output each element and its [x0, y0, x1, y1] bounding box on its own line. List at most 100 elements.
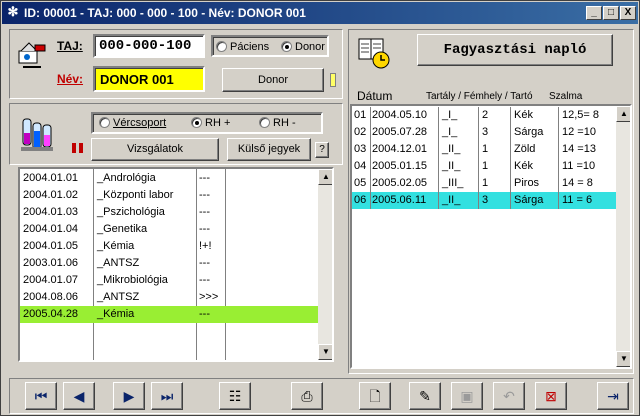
list-check-icon[interactable]: ☷	[219, 382, 251, 410]
donor-button[interactable]: Donor	[222, 68, 324, 92]
last-record-icon[interactable]: ⏭	[151, 382, 183, 410]
printer-icon[interactable]: ⎙	[291, 382, 323, 410]
freeze-col-divider	[478, 107, 479, 124]
exam-row[interactable]: 2004.01.01 _Andrológia ---	[20, 170, 318, 187]
freeze-straw: 14 =13	[562, 143, 596, 155]
freeze-num: 05	[354, 177, 367, 189]
exam-flag: ---	[199, 274, 210, 286]
save-icon[interactable]: ▣	[451, 382, 483, 410]
exam-row[interactable]: 2004.01.05 _Kémia !+!	[20, 238, 318, 255]
freeze-straw: 12,5= 8	[562, 109, 600, 121]
scroll-down-icon[interactable]: ▼	[616, 351, 630, 367]
exam-scrollbar[interactable]: ▲ ▼	[318, 169, 332, 360]
fagyasztasi-naplo-button[interactable]: Fagyasztási napló	[417, 34, 613, 66]
freeze-color: Piros	[514, 177, 540, 189]
freeze-color: Sárga	[514, 194, 544, 206]
vizsgalatok-button[interactable]: Vizsgálatok	[91, 138, 219, 161]
freeze-col-divider	[478, 124, 479, 141]
close-button[interactable]: X	[620, 6, 636, 20]
freeze-col-divider	[370, 175, 371, 192]
freeze-color: Zöld	[514, 143, 536, 155]
title-bar[interactable]: ✻ ID: 00001 - TAJ: 000 - 000 - 100 - Név…	[2, 2, 638, 24]
exam-row[interactable]: 2004.01.02 _Központi labor ---	[20, 187, 318, 204]
freeze-num: 03	[354, 143, 367, 155]
freeze-tank: _II_	[442, 160, 461, 172]
freeze-col-divider	[370, 158, 371, 175]
taj-value: 000-000-100	[99, 38, 192, 54]
help-icon[interactable]: ?	[315, 142, 329, 158]
taj-field[interactable]: 000-000-100	[93, 34, 205, 58]
freeze-list[interactable]: 01 2004.05.10 _I_ 2 Kék 12,5= 8 02 2005.07.28 _I…	[350, 104, 632, 369]
freeze-num: 04	[354, 160, 367, 172]
scroll-up-icon[interactable]: ▲	[616, 106, 630, 122]
freeze-col-divider	[510, 141, 511, 158]
maximize-button[interactable]: □	[603, 6, 619, 20]
prev-record-icon[interactable]: ◀	[63, 382, 95, 410]
patient-transfer-icon	[15, 37, 49, 71]
freeze-date: 2005.01.15	[372, 160, 428, 172]
exam-name: _Andrológia	[97, 172, 156, 184]
exam-name: _Kémia	[97, 240, 135, 252]
radio-rh-minus[interactable]	[259, 117, 270, 128]
kulso-jegyek-button[interactable]: Külső jegyek	[227, 138, 311, 161]
radio-rh-plus[interactable]	[191, 117, 202, 128]
col-tartaly: Tartály / Fémhely / Tartó	[426, 91, 533, 102]
freeze-slot: 3	[482, 126, 489, 138]
exam-date: 2005.04.28	[23, 308, 79, 320]
freeze-col-divider	[558, 175, 559, 192]
edit-icon[interactable]: ✎	[409, 382, 441, 410]
freeze-col-divider	[510, 124, 511, 141]
freeze-date: 2005.07.28	[372, 126, 428, 138]
new-document-icon[interactable]: 🗋	[359, 382, 391, 410]
freeze-slot: 2	[482, 109, 489, 121]
minimize-button[interactable]: _	[586, 6, 602, 20]
freeze-row[interactable]: 03 2004.12.01 _II_ 1 Zöld 14 =13	[352, 141, 616, 158]
delete-record-icon[interactable]: ⊠	[535, 382, 567, 410]
freeze-slot: 3	[482, 194, 489, 206]
freeze-scrollbar[interactable]: ▲ ▼	[616, 106, 630, 367]
freeze-row[interactable]: 02 2005.07.28 _I_ 3 Sárga 12 =10	[352, 124, 616, 141]
freeze-slot: 1	[482, 177, 489, 189]
book-clock-icon	[357, 35, 391, 69]
exam-list[interactable]: 2004.01.01 _Andrológia --- 2004.01.02 _Közpo…	[18, 167, 334, 362]
first-record-icon[interactable]: ⏮	[25, 382, 57, 410]
name-field[interactable]: DONOR 001	[93, 66, 205, 92]
exam-flag: !+!	[199, 240, 212, 252]
scroll-up-icon[interactable]: ▲	[318, 169, 332, 185]
freeze-row[interactable]: 01 2004.05.10 _I_ 2 Kék 12,5= 8	[352, 107, 616, 124]
exam-row[interactable]: 2004.01.04 _Genetika ---	[20, 221, 318, 238]
next-record-icon[interactable]: ▶	[113, 382, 145, 410]
status-marker-left	[72, 143, 76, 153]
exam-date: 2004.01.01	[23, 172, 79, 184]
freeze-row[interactable]: 05 2005.02.05 _III_ 1 Piros 14 = 8	[352, 175, 616, 192]
freeze-row[interactable]: 06 2005.06.11 _II_ 3 Sárga 11 = 6	[352, 192, 616, 209]
exam-row[interactable]: 2005.04.28 _Kémia ---	[20, 306, 318, 323]
freeze-slot: 1	[482, 143, 489, 155]
exam-row[interactable]: 2004.01.07 _Mikrobiológia ---	[20, 272, 318, 289]
exam-row[interactable]: 2004.08.06 _ANTSZ >>>	[20, 289, 318, 306]
freeze-num: 01	[354, 109, 367, 121]
freeze-col-divider	[438, 107, 439, 124]
freeze-slot: 1	[482, 160, 489, 172]
freeze-tank: _II_	[442, 143, 461, 155]
scroll-down-icon[interactable]: ▼	[318, 344, 332, 360]
freeze-col-divider	[510, 192, 511, 209]
freeze-col-divider	[438, 124, 439, 141]
freeze-col-divider	[438, 192, 439, 209]
radio-paciens[interactable]	[216, 41, 227, 52]
exam-date: 2004.01.03	[23, 206, 79, 218]
undo-icon[interactable]: ↶	[493, 382, 525, 410]
radio-vercsoport[interactable]	[99, 117, 110, 128]
exam-row[interactable]: 2004.01.03 _Pszichológia ---	[20, 204, 318, 221]
freeze-col-divider	[370, 192, 371, 209]
radio-donor[interactable]	[281, 41, 292, 52]
exit-icon[interactable]: ⇥	[597, 382, 629, 410]
name-value: DONOR 001	[100, 72, 174, 87]
exam-row[interactable]: 2003.01.06 _ANTSZ ---	[20, 255, 318, 272]
exam-name: _Központi labor	[97, 189, 174, 201]
freeze-row[interactable]: 04 2005.01.15 _II_ 1 Kék 11 =10	[352, 158, 616, 175]
freeze-color: Sárga	[514, 126, 544, 138]
exam-name: _Genetika	[97, 223, 148, 235]
exam-date: 2004.01.07	[23, 274, 79, 286]
radio-vercsoport-label: Vércsoport	[113, 117, 167, 129]
